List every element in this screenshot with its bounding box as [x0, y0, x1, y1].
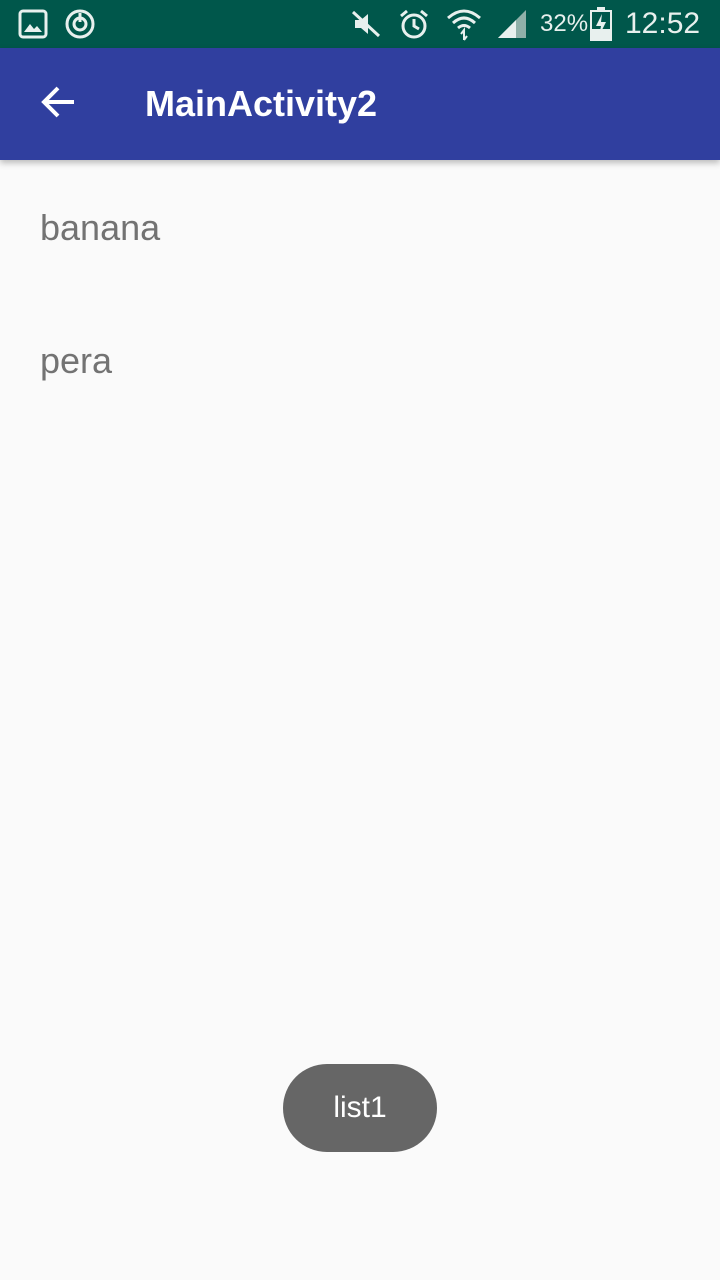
toast-message: list1 [283, 1064, 437, 1152]
sync-icon [64, 0, 96, 48]
wifi-icon [446, 0, 482, 48]
alarm-icon [398, 0, 430, 48]
back-button[interactable] [20, 66, 96, 142]
fruit-list: banana pera [0, 160, 720, 426]
mute-icon [350, 0, 382, 48]
gallery-icon [18, 0, 48, 48]
battery-charging-icon [590, 0, 612, 48]
list-item-banana[interactable]: banana [0, 160, 720, 293]
app-bar: MainActivity2 [0, 48, 720, 160]
list-item-label: pera [40, 340, 113, 381]
battery-percent: 32% [540, 10, 589, 37]
clock: 12:52 [625, 7, 701, 40]
list-item-label: banana [40, 207, 161, 248]
signal-icon [496, 0, 528, 48]
arrow-back-icon [40, 84, 76, 125]
list-item-pera[interactable]: pera [0, 293, 720, 426]
status-bar: 32% 12:52 [0, 0, 720, 48]
page-title: MainActivity2 [145, 83, 378, 124]
